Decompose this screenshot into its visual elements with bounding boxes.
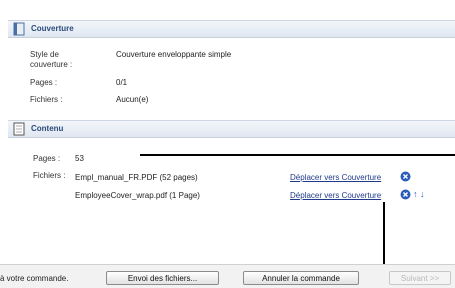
content-pages-label: Pages :: [33, 154, 61, 163]
content-document-icon: [13, 122, 25, 136]
move-to-cover-link-2[interactable]: Déplacer vers Couverture: [290, 191, 381, 200]
cancel-order-button[interactable]: Annuler la commande: [243, 271, 359, 285]
move-to-cover-link-1[interactable]: Déplacer vers Couverture: [290, 173, 381, 182]
content-panel: Contenu Pages : 53 Fichiers : Empl_manua…: [8, 0, 455, 264]
content-file-name-2: EmployeeCover_wrap.pdf (1 Page): [75, 191, 200, 200]
move-up-icon[interactable]: ↑: [413, 189, 418, 199]
remove-file-icon-2[interactable]: [400, 189, 411, 200]
footer-text: à votre commande.: [0, 274, 69, 283]
content-files-label: Fichiers :: [33, 171, 66, 180]
callout-line-horizontal: [140, 154, 455, 156]
remove-file-icon-1[interactable]: [400, 171, 411, 182]
next-button[interactable]: Suivant >>: [389, 271, 451, 285]
send-files-button[interactable]: Envoi des fichiers...: [106, 271, 219, 285]
move-down-icon[interactable]: ↓: [420, 189, 425, 199]
content-section-header: Contenu: [8, 120, 455, 138]
bottom-action-bar: à votre commande. Envoi des fichiers... …: [0, 264, 455, 288]
content-section-title: Contenu: [31, 124, 64, 133]
content-pages-value: 53: [75, 154, 84, 163]
content-file-name-1: Empl_manual_FR.PDF (52 pages): [75, 173, 198, 182]
